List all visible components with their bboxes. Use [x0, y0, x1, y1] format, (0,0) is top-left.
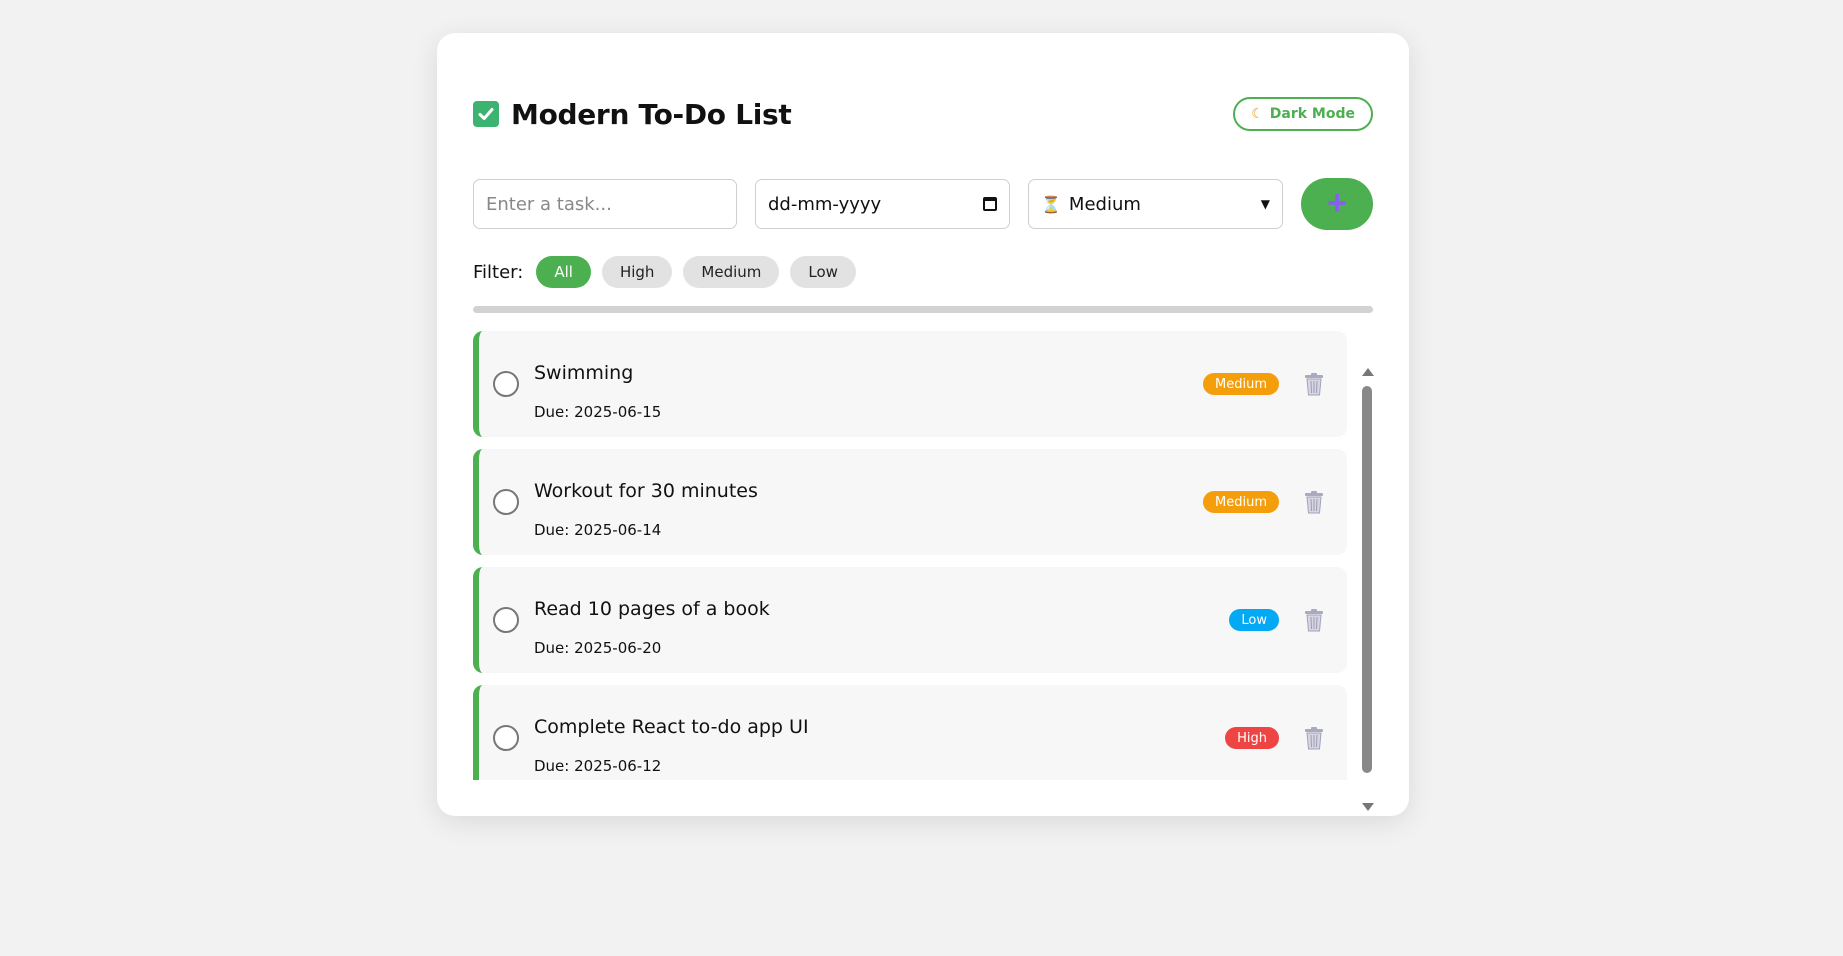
dark-mode-label: Dark Mode	[1269, 106, 1355, 122]
check-box-icon	[473, 101, 499, 127]
filter-all-chip[interactable]: All	[536, 256, 591, 288]
filter-bar: Filter: All High Medium Low	[473, 255, 856, 289]
task-title: Swimming	[534, 362, 634, 384]
task-title: Complete React to-do app UI	[534, 716, 809, 738]
trash-icon[interactable]	[1303, 726, 1325, 750]
calendar-icon[interactable]	[983, 197, 997, 211]
priority-select[interactable]: ⏳ Medium ▼	[1028, 179, 1283, 229]
priority-badge: Medium	[1203, 491, 1279, 513]
chevron-down-icon: ▼	[1260, 197, 1270, 211]
task-due-date: Due: 2025-06-14	[534, 521, 662, 539]
task-item: Complete React to-do app UI Due: 2025-06…	[473, 685, 1347, 780]
filter-high-chip[interactable]: High	[601, 256, 673, 288]
priority-badge: Medium	[1203, 373, 1279, 395]
filter-label: Filter:	[473, 261, 524, 283]
task-title: Read 10 pages of a book	[534, 598, 770, 620]
task-due-date: Due: 2025-06-12	[534, 757, 662, 775]
filter-medium-chip[interactable]: Medium	[683, 256, 780, 288]
priority-badge: High	[1225, 727, 1279, 749]
plus-icon: +	[1327, 184, 1347, 222]
complete-checkbox[interactable]	[493, 607, 519, 633]
complete-checkbox[interactable]	[493, 725, 519, 751]
scroll-thumb[interactable]	[1362, 386, 1372, 773]
priority-badge: Low	[1229, 609, 1279, 631]
hourglass-icon: ⏳	[1041, 194, 1061, 214]
trash-icon[interactable]	[1303, 372, 1325, 396]
list-scrollbar[interactable]	[1360, 368, 1374, 811]
priority-selected-label: Medium	[1068, 193, 1141, 215]
filter-low-chip[interactable]: Low	[790, 256, 856, 288]
complete-checkbox[interactable]	[493, 489, 519, 515]
trash-icon[interactable]	[1303, 490, 1325, 514]
dark-mode-button[interactable]: ☾ Dark Mode	[1233, 97, 1373, 131]
task-item: Read 10 pages of a book Due: 2025-06-20 …	[473, 567, 1347, 673]
scroll-down-arrow-icon[interactable]	[1362, 803, 1374, 811]
task-due-date: Due: 2025-06-20	[534, 639, 662, 657]
task-item: Workout for 30 minutes Due: 2025-06-14 M…	[473, 449, 1347, 555]
scroll-up-arrow-icon[interactable]	[1362, 368, 1374, 376]
moon-icon: ☾	[1251, 106, 1264, 122]
progress-divider	[473, 306, 1373, 313]
title-wrap: Modern To-Do List	[473, 97, 792, 131]
date-placeholder: dd-mm-yyyy	[768, 193, 882, 215]
task-item: Swimming Due: 2025-06-15 Medium	[473, 331, 1347, 437]
task-input[interactable]	[473, 179, 737, 229]
page-title: Modern To-Do List	[511, 97, 792, 131]
trash-icon[interactable]	[1303, 608, 1325, 632]
todo-card: Modern To-Do List ☾ Dark Mode dd-mm-yyyy…	[437, 33, 1409, 816]
add-task-form: dd-mm-yyyy ⏳ Medium ▼ +	[473, 178, 1373, 230]
task-due-date: Due: 2025-06-15	[534, 403, 662, 421]
complete-checkbox[interactable]	[493, 371, 519, 397]
priority-value: ⏳ Medium	[1041, 194, 1141, 215]
add-task-button[interactable]: +	[1301, 178, 1373, 230]
task-title: Workout for 30 minutes	[534, 480, 758, 502]
due-date-input[interactable]: dd-mm-yyyy	[755, 179, 1010, 229]
task-list: Swimming Due: 2025-06-15 Medium Workout …	[473, 331, 1347, 780]
header: Modern To-Do List ☾ Dark Mode	[473, 89, 1373, 139]
